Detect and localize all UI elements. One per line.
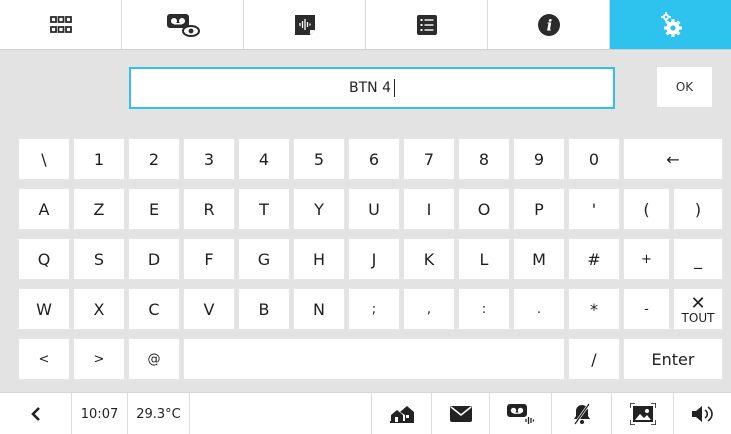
tab-audio-message[interactable] (244, 0, 366, 49)
key-minus[interactable]: - (623, 288, 670, 330)
svg-text:i: i (546, 16, 552, 34)
key-q[interactable]: Q (18, 238, 70, 280)
key-e[interactable]: E (128, 188, 180, 230)
clock-time: 10:07 (72, 393, 128, 434)
key-hash[interactable]: # (568, 238, 620, 280)
key-a[interactable]: A (18, 188, 70, 230)
key-s[interactable]: S (73, 238, 125, 280)
home-automation-button[interactable] (372, 393, 432, 434)
key-v[interactable]: V (183, 288, 235, 330)
key-period[interactable]: . (513, 288, 565, 330)
backspace-key[interactable]: ← (623, 138, 723, 180)
space-key[interactable] (183, 338, 565, 380)
clear-icon: ✕ (690, 292, 706, 314)
settings-gears-icon (660, 11, 682, 37)
key-7[interactable]: 7 (403, 138, 455, 180)
camera-view-button[interactable] (612, 393, 674, 434)
key-close-paren[interactable]: ) (673, 188, 723, 230)
answering-machine-audio-icon (506, 404, 534, 424)
key-g[interactable]: G (238, 238, 290, 280)
tab-answering-machine[interactable] (122, 0, 244, 49)
key-8[interactable]: 8 (458, 138, 510, 180)
clear-all-label: TOUT (681, 310, 715, 325)
key-apostrophe[interactable]: ' (568, 188, 620, 230)
key-m[interactable]: M (513, 238, 565, 280)
key-r[interactable]: R (183, 188, 235, 230)
key-n[interactable]: N (293, 288, 345, 330)
key-colon[interactable]: : (458, 288, 510, 330)
answering-machine-status-button[interactable] (490, 393, 552, 434)
tab-settings[interactable] (610, 0, 731, 49)
key-1[interactable]: 1 (73, 138, 125, 180)
key-plus[interactable]: + (623, 238, 670, 280)
enter-key[interactable]: Enter (623, 338, 723, 380)
key-z[interactable]: Z (73, 188, 125, 230)
ringer-mute-button[interactable] (552, 393, 612, 434)
key-l[interactable]: L (458, 238, 510, 280)
speaker-volume-icon (691, 406, 713, 422)
key-i[interactable]: I (403, 188, 455, 230)
bottom-status-bar: 10:07 29.3°C (0, 392, 731, 434)
key-o[interactable]: O (458, 188, 510, 230)
key-h[interactable]: H (293, 238, 345, 280)
tab-info[interactable]: i (488, 0, 610, 49)
audio-message-icon (294, 14, 315, 35)
key-comma[interactable]: , (403, 288, 455, 330)
top-tab-bar: i (0, 0, 731, 50)
key-y[interactable]: Y (293, 188, 345, 230)
key-0[interactable]: 0 (568, 138, 620, 180)
temperature-readout: 29.3°C (128, 393, 190, 434)
chevron-left-icon (30, 407, 40, 421)
info-icon: i (537, 13, 560, 36)
apps-grid-icon (49, 15, 72, 33)
text-input-field[interactable]: BTN 4 (129, 67, 615, 109)
key-semicolon[interactable]: ; (348, 288, 400, 330)
key-backslash[interactable]: \ (18, 138, 70, 180)
key-t[interactable]: T (238, 188, 290, 230)
picture-frame-icon (629, 403, 656, 425)
key-open-paren[interactable]: ( (623, 188, 670, 230)
key-2[interactable]: 2 (128, 138, 180, 180)
houses-icon (389, 406, 414, 423)
volume-button[interactable] (674, 393, 731, 434)
tab-apps[interactable] (0, 0, 122, 49)
tab-list[interactable] (366, 0, 488, 49)
key-w[interactable]: W (18, 288, 70, 330)
key-3[interactable]: 3 (183, 138, 235, 180)
key-p[interactable]: P (513, 188, 565, 230)
key-5[interactable]: 5 (293, 138, 345, 180)
key-k[interactable]: K (403, 238, 455, 280)
key-underscore[interactable]: _ (673, 238, 723, 280)
clear-all-key[interactable]: ✕ TOUT (673, 288, 723, 330)
key-at[interactable]: @ (128, 338, 180, 380)
key-c[interactable]: C (128, 288, 180, 330)
key-u[interactable]: U (348, 188, 400, 230)
key-9[interactable]: 9 (513, 138, 565, 180)
key-less-than[interactable]: < (18, 338, 70, 380)
status-spacer (190, 393, 372, 434)
key-asterisk[interactable]: * (568, 288, 620, 330)
key-d[interactable]: D (128, 238, 180, 280)
text-caret (394, 79, 395, 97)
back-button[interactable] (0, 393, 72, 434)
key-6[interactable]: 6 (348, 138, 400, 180)
bell-muted-icon (573, 403, 590, 425)
key-f[interactable]: F (183, 238, 235, 280)
key-4[interactable]: 4 (238, 138, 290, 180)
key-slash[interactable]: / (568, 338, 620, 380)
key-greater-than[interactable]: > (73, 338, 125, 380)
messages-button[interactable] (432, 393, 490, 434)
list-icon (416, 14, 437, 35)
on-screen-keyboard: \ 1 2 3 4 5 6 7 8 9 0 ← A Z E R T Y U I … (18, 138, 723, 380)
ok-button[interactable]: OK (656, 66, 713, 108)
key-j[interactable]: J (348, 238, 400, 280)
answering-machine-icon (166, 13, 200, 37)
key-b[interactable]: B (238, 288, 290, 330)
envelope-icon (449, 406, 472, 422)
key-x[interactable]: X (73, 288, 125, 330)
text-input-value: BTN 4 (349, 80, 391, 96)
